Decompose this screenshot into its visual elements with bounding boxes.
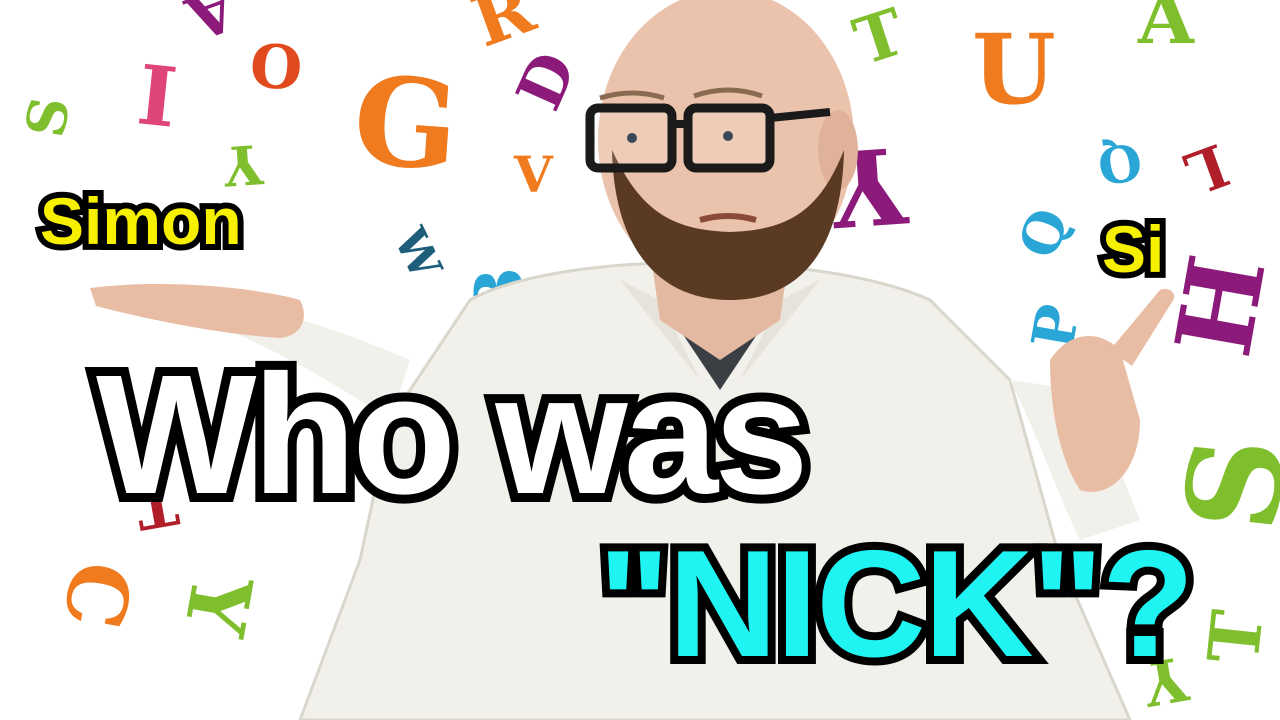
thumbnail-canvas: A R T I O G D Y V U S Y L Q Q W B P H J … (0, 0, 1280, 720)
label-si: Si (1096, 210, 1170, 288)
label-simon: Simon (34, 182, 248, 260)
headline-nick: "NICK"? (590, 519, 1203, 689)
headline-who-was: Who was (87, 340, 818, 530)
